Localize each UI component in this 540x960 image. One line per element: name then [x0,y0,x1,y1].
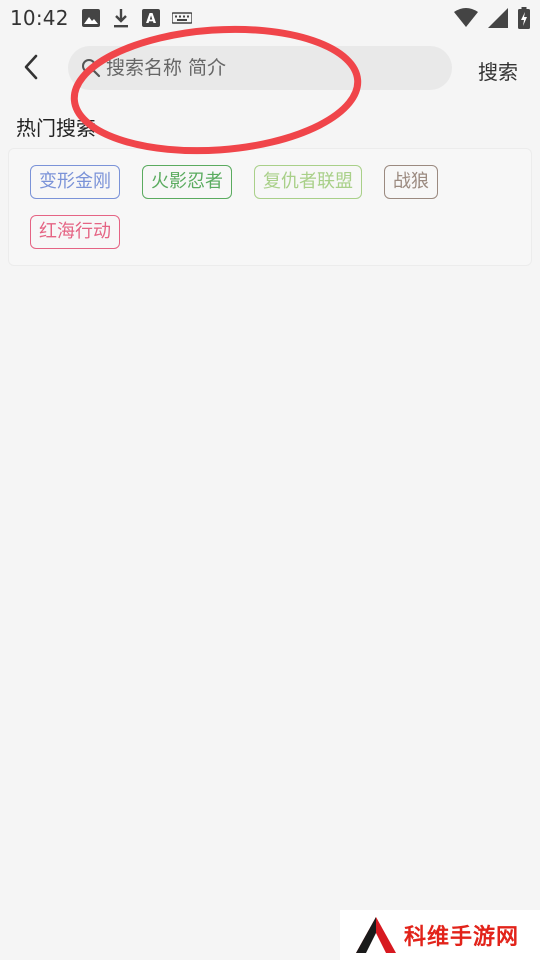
wifi-icon [454,8,478,32]
status-time: 10:42 [10,6,69,30]
search-icon [80,57,102,79]
top-bar: 搜索 [0,44,540,94]
status-left-icons: A [82,8,192,28]
hot-search-tag[interactable]: 复仇者联盟 [254,165,362,199]
battery-icon [518,7,530,33]
image-icon [82,9,100,27]
search-input[interactable] [104,56,428,80]
hot-search-tag[interactable]: 火影忍者 [142,165,232,199]
keyboard-icon [172,11,192,25]
search-button[interactable]: 搜索 [478,56,518,85]
chevron-left-icon [21,53,41,85]
status-right-icons [454,7,530,33]
hot-search-title: 热门搜索 [16,116,96,140]
signal-icon [488,8,508,32]
back-button[interactable] [14,52,48,86]
status-bar: 10:42 A [0,0,540,36]
hot-search-panel: 变形金刚 火影忍者 复仇者联盟 战狼 红海行动 [8,148,532,266]
watermark-logo [356,917,396,953]
hot-search-tag[interactable]: 红海行动 [30,215,120,249]
search-box[interactable] [68,46,452,90]
a-box-icon: A [142,9,160,27]
watermark-text: 科维手游网 [404,925,520,950]
hot-search-tag[interactable]: 变形金刚 [30,165,120,199]
download-icon [112,8,130,28]
hot-search-tags: 变形金刚 火影忍者 复仇者联盟 战狼 红海行动 [30,165,510,249]
svg-text:A: A [146,12,156,27]
watermark: 科维手游网 [340,910,540,960]
hot-search-tag[interactable]: 战狼 [384,165,438,199]
